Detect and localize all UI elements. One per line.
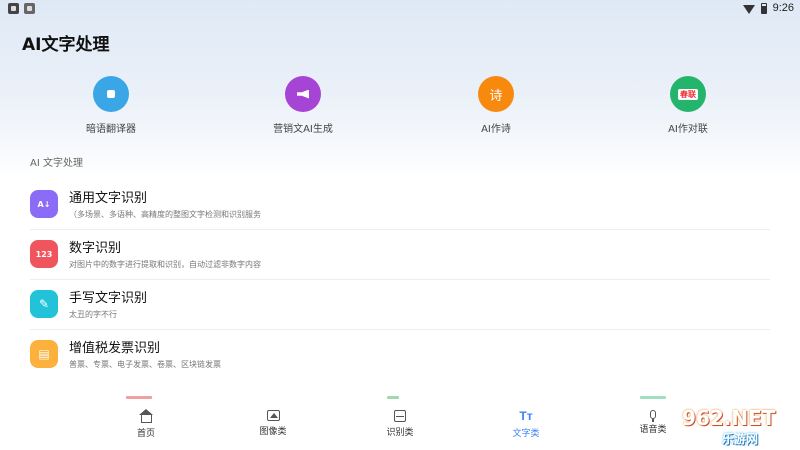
watermark-logo-text: 962.NET bbox=[682, 406, 776, 430]
text-icon: Tт bbox=[519, 409, 533, 423]
list-item-desc: （多场景、多语种、高精度的整图文字检测和识别服务 bbox=[69, 210, 261, 219]
dot-icon bbox=[93, 76, 129, 112]
list-item-title: 数字识别 bbox=[69, 241, 122, 256]
image-icon bbox=[266, 410, 280, 421]
section-heading: AI 文字处理 bbox=[30, 158, 83, 169]
text-recognition-icon: A↓ bbox=[30, 190, 58, 218]
number-icon: 123 bbox=[30, 240, 58, 268]
watermark-sub-text: 乐游网 bbox=[722, 432, 759, 446]
quick-action-ai-couplet[interactable]: 春联 AI作对联 bbox=[628, 76, 748, 135]
app-notification-icon bbox=[24, 3, 35, 14]
list-item-title: 增值税发票识别 bbox=[69, 341, 161, 356]
scan-icon bbox=[394, 410, 406, 422]
app-notification-icon bbox=[8, 3, 19, 14]
list-item-desc: 普票、专票、电子发票、卷票、区块链发票 bbox=[69, 360, 221, 369]
nav-home[interactable]: 首页 bbox=[86, 409, 206, 439]
clock: 9:26 bbox=[772, 2, 794, 14]
feature-list: A↓ 通用文字识别 （多场景、多语种、高精度的整图文字检测和识别服务 123 数… bbox=[30, 180, 770, 380]
list-item-handwriting-ocr[interactable]: ✎ 手写文字识别 太丑的字不行 bbox=[30, 280, 770, 330]
page-title: AI文字处理 bbox=[22, 35, 110, 55]
quick-action-slang-translator[interactable]: 暗语翻译器 bbox=[51, 76, 171, 135]
pen-icon: ✎ bbox=[30, 290, 58, 318]
site-watermark: 962.NET 乐游网 bbox=[682, 404, 798, 448]
list-item-title: 手写文字识别 bbox=[69, 291, 148, 306]
poem-icon: 诗 bbox=[478, 76, 514, 112]
nav-text[interactable]: Tт 文字类 bbox=[466, 409, 586, 440]
list-item-vat-invoice-ocr[interactable]: ▤ 增值税发票识别 普票、专票、电子发票、卷票、区块链发票 bbox=[30, 330, 770, 380]
invoice-icon: ▤ bbox=[30, 340, 58, 368]
nav-label: 文字类 bbox=[512, 429, 540, 439]
list-item-desc: 太丑的字不行 bbox=[69, 310, 117, 319]
scroll-hint-mark bbox=[640, 396, 666, 399]
notification-icons bbox=[8, 3, 35, 14]
scroll-hint-mark bbox=[126, 396, 152, 399]
nav-label: 首页 bbox=[136, 429, 155, 439]
quick-action-ai-poem[interactable]: 诗 AI作诗 bbox=[436, 76, 556, 135]
list-item-title: 通用文字识别 bbox=[69, 191, 148, 206]
quick-actions: 暗语翻译器 营销文AI生成 诗 AI作诗 春联 AI作对联 bbox=[0, 76, 800, 136]
quick-action-label: 暗语翻译器 bbox=[86, 124, 136, 135]
list-item-desc: 对图片中的数字进行提取和识别，自动过滤非数字内容 bbox=[69, 260, 261, 269]
quick-action-marketing-ai[interactable]: 营销文AI生成 bbox=[243, 76, 363, 135]
nav-label: 识别类 bbox=[386, 428, 414, 438]
couplet-icon: 春联 bbox=[670, 76, 706, 112]
quick-action-label: AI作诗 bbox=[481, 124, 511, 135]
quick-action-label: 营销文AI生成 bbox=[273, 124, 333, 135]
wifi-icon bbox=[742, 4, 755, 14]
mic-icon bbox=[650, 410, 656, 422]
status-bar: 9:26 bbox=[0, 0, 800, 18]
quick-action-label: AI作对联 bbox=[668, 124, 708, 135]
battery-icon bbox=[760, 2, 767, 14]
nav-label: 图像类 bbox=[259, 427, 287, 437]
list-item-general-ocr[interactable]: A↓ 通用文字识别 （多场景、多语种、高精度的整图文字检测和识别服务 bbox=[30, 180, 770, 230]
bottom-navigation: 首页 图像类 识别类 Tт 文字类 语音类 bbox=[0, 400, 800, 450]
megaphone-icon bbox=[285, 76, 321, 112]
nav-recognition[interactable]: 识别类 bbox=[340, 410, 460, 438]
scroll-hint-mark bbox=[387, 396, 399, 399]
list-item-number-ocr[interactable]: 123 数字识别 对图片中的数字进行提取和识别，自动过滤非数字内容 bbox=[30, 230, 770, 280]
home-icon bbox=[138, 409, 153, 423]
status-indicators: 9:26 bbox=[742, 2, 794, 14]
nav-image[interactable]: 图像类 bbox=[213, 410, 333, 437]
